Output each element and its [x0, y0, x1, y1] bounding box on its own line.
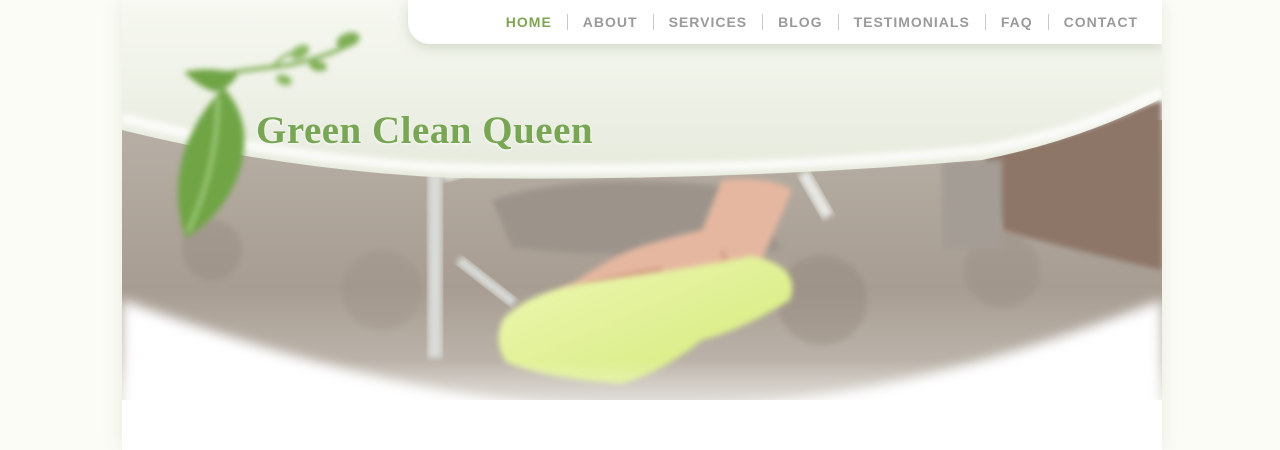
- brand-name[interactable]: Green Clean Queen: [256, 108, 593, 153]
- hero-banner: Green Clean Queen: [122, 0, 1162, 450]
- page: Green Clean Queen HOME ABOUT SERVICES BL…: [0, 0, 1280, 450]
- nav-item-home[interactable]: HOME: [506, 14, 552, 30]
- nav-divider: [652, 14, 654, 30]
- nav-divider: [762, 14, 764, 30]
- nav-item-testimonials[interactable]: TESTIMONIALS: [854, 14, 970, 30]
- nav-item-contact[interactable]: CONTACT: [1064, 14, 1138, 30]
- nav-item-faq[interactable]: FAQ: [1001, 14, 1033, 30]
- nav-divider: [1047, 14, 1049, 30]
- nav-item-about[interactable]: ABOUT: [583, 14, 638, 30]
- nav-divider: [984, 14, 986, 30]
- nav-divider: [837, 14, 839, 30]
- faucet: [428, 168, 442, 358]
- site-container: Green Clean Queen HOME ABOUT SERVICES BL…: [122, 0, 1162, 450]
- nav-divider: [566, 14, 568, 30]
- nav-item-services[interactable]: SERVICES: [669, 14, 748, 30]
- nav-item-blog[interactable]: BLOG: [778, 14, 822, 30]
- main-navigation: HOME ABOUT SERVICES BLOG TESTIMONIALS FA…: [408, 0, 1162, 44]
